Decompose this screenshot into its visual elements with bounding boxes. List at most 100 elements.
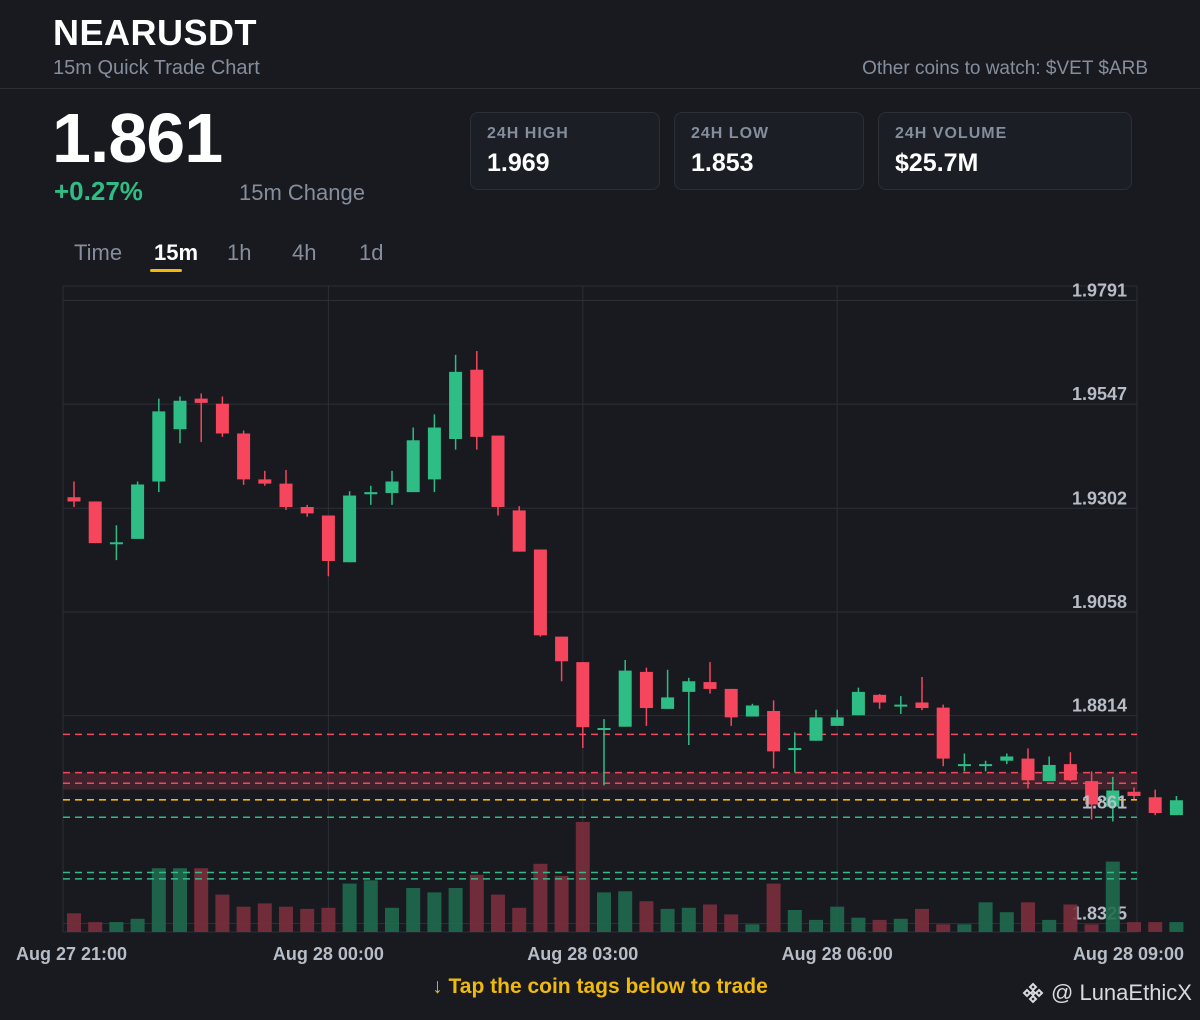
candle-body (67, 497, 81, 502)
volume-bar (88, 922, 103, 932)
candle-body (703, 682, 717, 689)
candle-body (1000, 756, 1014, 761)
volume-bar (597, 892, 611, 932)
candle-body (851, 691, 865, 716)
volume-bar (1021, 902, 1035, 932)
volume-bar (660, 908, 675, 932)
volume-bar (109, 922, 124, 932)
volume-bar (554, 875, 569, 932)
volume-bar (978, 902, 993, 932)
candle-body (470, 369, 484, 437)
volume-bar (872, 919, 887, 932)
binance-logo-icon (1022, 982, 1044, 1004)
current-price-label: 1.861 (1082, 792, 1127, 812)
candle-body (194, 398, 208, 403)
volume-bar (215, 894, 230, 932)
volume-bar (194, 868, 209, 932)
volume-bar (766, 883, 781, 932)
candle-body (364, 492, 378, 495)
volume-bar (533, 863, 548, 932)
candle-body (618, 670, 632, 727)
x-tick-label: Aug 28 09:00 (1073, 944, 1184, 964)
volume-bar (1169, 922, 1184, 932)
volume-bar (999, 912, 1014, 932)
candle-body (512, 510, 526, 552)
volume-bar (851, 917, 866, 932)
volume-bar (745, 924, 760, 932)
volume-bar (385, 907, 399, 932)
x-tick-label: Aug 28 00:00 (273, 944, 384, 964)
volume-bar (491, 894, 505, 932)
volume-bar (342, 883, 357, 932)
candle-body (279, 483, 293, 507)
candle-body (237, 433, 251, 480)
candle-body (385, 481, 399, 493)
candle-body (661, 697, 675, 709)
volume-bar (300, 908, 315, 932)
volume-bar (151, 868, 166, 932)
candle-body (724, 688, 738, 718)
volume-bar (703, 904, 717, 932)
volume-bar (915, 908, 929, 932)
x-tick-label: Aug 27 21:00 (16, 944, 127, 964)
volume-bar (639, 901, 654, 932)
candle-body (1127, 791, 1141, 796)
volume-bar (724, 914, 739, 932)
y-tick-label: 1.9791 (1072, 280, 1127, 300)
candle-body (1042, 764, 1056, 782)
candle-body (979, 764, 993, 767)
plot-frame (62, 285, 1138, 933)
candle-body (597, 728, 611, 730)
volume-bar (406, 888, 421, 932)
candle-body (957, 764, 971, 767)
volume-bar (618, 891, 633, 932)
candle-body (449, 371, 463, 439)
candle-body (555, 636, 569, 662)
candle-body (300, 507, 314, 514)
volume-bar (681, 907, 696, 932)
volume-bar (893, 918, 908, 932)
volume-bar (936, 924, 951, 932)
volume-bar (130, 918, 145, 932)
volume-bar (957, 924, 972, 932)
y-tick-label: 1.8814 (1072, 696, 1127, 716)
volume-bar (67, 913, 81, 932)
y-tick-label: 1.9547 (1072, 384, 1127, 404)
volume-bar (321, 907, 336, 932)
volume-bar (236, 906, 251, 932)
volume-bar (279, 906, 293, 932)
volume-bar (830, 906, 845, 932)
candle-body (215, 403, 229, 434)
candle-body (321, 515, 335, 561)
resistance-band (63, 772, 1137, 790)
candle-body (1063, 764, 1077, 781)
candle-body (788, 747, 802, 751)
x-tick-label: Aug 28 03:00 (527, 944, 638, 964)
volume-bar (427, 892, 442, 932)
candle-body (173, 400, 187, 430)
volume-bar (512, 907, 527, 932)
candle-body (1148, 797, 1162, 813)
volume-bar (575, 822, 590, 932)
candle-body (152, 411, 166, 482)
candle-body (767, 711, 781, 752)
candle-body (131, 484, 145, 539)
candle-body (258, 479, 272, 484)
volume-bar (448, 888, 463, 932)
volume-bar (1084, 924, 1099, 932)
candle-body (491, 435, 505, 507)
volume-bar (173, 868, 187, 932)
y-tick-label: 1.9302 (1072, 488, 1127, 508)
candle-body (1169, 800, 1183, 816)
volume-bar (1127, 922, 1141, 932)
candle-body (1021, 758, 1035, 781)
candlestick-chart[interactable]: 1.97911.95471.93021.90581.88141.83251.86… (0, 0, 1200, 1020)
candle-body (88, 501, 102, 544)
candle-body (745, 705, 759, 717)
brand-handle: @ LunaEthicX (1051, 980, 1192, 1005)
trade-cta[interactable]: ↓ Tap the coin tags below to trade (0, 975, 1200, 999)
candle-body (873, 694, 887, 703)
candle-body (915, 702, 929, 709)
volume-bar (1063, 904, 1078, 932)
candle-body (830, 717, 844, 726)
